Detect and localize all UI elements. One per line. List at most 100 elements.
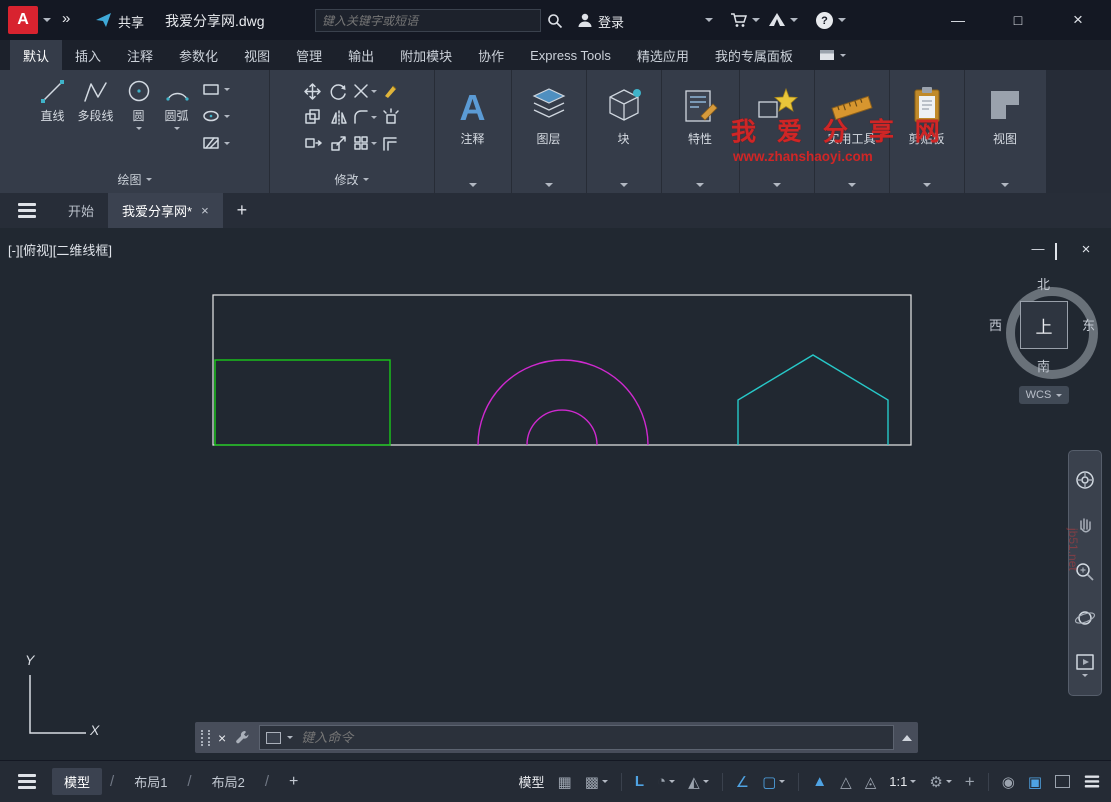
utilities-panel-caret-icon[interactable]	[848, 183, 856, 187]
scale-icon[interactable]	[330, 134, 348, 152]
snap-toggle[interactable]: ▩	[585, 773, 608, 791]
drawing-geometry[interactable]	[0, 228, 1111, 760]
model-tab[interactable]: 模型	[52, 768, 102, 795]
match-properties-icon[interactable]	[382, 82, 400, 100]
help-caret-icon[interactable]	[838, 18, 846, 22]
command-prompt-icon[interactable]	[266, 732, 281, 744]
ellipse-tool[interactable]	[202, 107, 230, 125]
new-tab-button[interactable]: +	[223, 193, 262, 228]
grid-toggle[interactable]: ▦	[558, 773, 572, 791]
customization-gear-icon[interactable]: ⚙	[929, 773, 951, 791]
drawing-canvas[interactable]: [-][俯视][二维线框] — × Y X 上 北 西 东 南 WCS	[0, 228, 1111, 760]
ribbon-tab-parametric[interactable]: 参数化	[166, 40, 231, 70]
viewcube-north[interactable]: 北	[1037, 274, 1050, 293]
start-tab[interactable]: 开始	[54, 193, 108, 228]
explode-icon[interactable]	[382, 108, 400, 126]
ribbon-display-toggle[interactable]	[806, 40, 859, 70]
annotate-panel[interactable]: A 注释	[434, 70, 512, 193]
share-label[interactable]: 共享	[118, 12, 144, 31]
document-tab-close-icon[interactable]: ×	[201, 203, 209, 218]
ortho-toggle[interactable]: L	[635, 773, 644, 790]
properties-panel[interactable]: 特性	[661, 70, 740, 193]
search-input[interactable]	[316, 10, 552, 31]
autodesk-logo-icon[interactable]	[768, 11, 786, 28]
account-caret-icon[interactable]	[705, 18, 713, 22]
command-bar-grip[interactable]	[201, 730, 210, 746]
offset-icon[interactable]	[382, 134, 400, 152]
layout1-tab[interactable]: 布局1	[122, 768, 179, 795]
clipboard-panel-caret-icon[interactable]	[923, 183, 931, 187]
polyline-tool[interactable]: 多段线	[77, 78, 113, 124]
viewcube-south[interactable]: 南	[1037, 356, 1050, 375]
ribbon-tab-featured-apps[interactable]: 精选应用	[624, 40, 702, 70]
block-panel[interactable]: 块	[586, 70, 662, 193]
share-icon[interactable]	[95, 12, 113, 28]
user-icon[interactable]	[577, 12, 593, 28]
move-icon[interactable]	[303, 82, 322, 101]
autodesk-caret-icon[interactable]	[790, 18, 798, 22]
trim-icon[interactable]	[353, 83, 377, 99]
viewcube-west[interactable]: 西	[989, 315, 1002, 334]
polar-tracking-toggle[interactable]: ◔	[657, 773, 675, 790]
mirror-icon[interactable]	[330, 108, 348, 126]
modify-panel-label[interactable]: 修改	[334, 171, 368, 188]
navigation-wheel-icon[interactable]	[1074, 469, 1096, 491]
login-label[interactable]: 登录	[598, 12, 624, 31]
layers-panel[interactable]: 图层	[511, 70, 587, 193]
annotation-scale-control[interactable]: 1:1	[889, 774, 916, 789]
app-logo[interactable]: A	[8, 6, 38, 34]
object-snap-tracking-toggle[interactable]: ∠	[736, 773, 749, 791]
arc-dropdown-icon[interactable]	[174, 127, 180, 130]
new-layout-button[interactable]: +	[277, 769, 310, 795]
annotation-visibility-toggle[interactable]: ▲	[812, 773, 827, 790]
annotation-autoscale-toggle[interactable]: △	[840, 773, 852, 791]
line-tool[interactable]: 直线	[39, 78, 65, 124]
isodraft-toggle[interactable]: ◭	[688, 773, 709, 791]
ribbon-tab-manage[interactable]: 管理	[283, 40, 335, 70]
groups-panel-caret-icon[interactable]	[773, 183, 781, 187]
command-prompt-caret-icon[interactable]	[287, 736, 293, 739]
ribbon-tab-addins[interactable]: 附加模块	[387, 40, 465, 70]
arc-tool[interactable]: 圆弧	[164, 78, 190, 130]
cart-caret-icon[interactable]	[752, 18, 760, 22]
ribbon-tab-output[interactable]: 输出	[335, 40, 387, 70]
maximize-button[interactable]: □	[995, 0, 1041, 40]
view-panel[interactable]: 视图	[964, 70, 1047, 193]
rectangle-tool[interactable]	[202, 80, 230, 98]
status-menu-icon[interactable]	[10, 780, 44, 783]
status-overflow-menu-icon[interactable]	[1083, 780, 1101, 783]
command-history-icon[interactable]	[902, 735, 912, 741]
draw-panel-label[interactable]: 绘图	[117, 171, 151, 188]
search-icon[interactable]	[547, 13, 563, 29]
block-panel-caret-icon[interactable]	[620, 183, 628, 187]
viewcube-top-face[interactable]: 上	[1020, 301, 1068, 349]
ribbon-tab-view[interactable]: 视图	[231, 40, 283, 70]
object-snap-toggle[interactable]: ▢	[762, 773, 785, 791]
model-space-toggle[interactable]: 模型	[518, 772, 544, 791]
copy-icon[interactable]	[304, 108, 322, 126]
fillet-icon[interactable]	[353, 109, 377, 125]
annotation-monitor-toggle[interactable]: ◬	[865, 773, 877, 791]
add-status-item-button[interactable]: +	[965, 772, 975, 792]
showmotion-icon[interactable]	[1075, 653, 1095, 677]
hatch-tool[interactable]	[202, 134, 230, 152]
layers-panel-caret-icon[interactable]	[545, 183, 553, 187]
stretch-icon[interactable]	[304, 134, 322, 152]
search-box[interactable]	[315, 9, 541, 32]
quick-access-expand-icon[interactable]: »	[62, 10, 70, 27]
annotate-panel-caret-icon[interactable]	[469, 183, 477, 187]
layout2-tab[interactable]: 布局2	[200, 768, 257, 795]
file-tabs-menu-icon[interactable]	[0, 193, 54, 228]
minimize-button[interactable]: —	[935, 0, 981, 40]
customize-wrench-icon[interactable]	[234, 729, 251, 746]
command-input[interactable]	[299, 729, 887, 746]
ribbon-tab-insert[interactable]: 插入	[62, 40, 114, 70]
graphics-performance-toggle[interactable]: ▣	[1028, 773, 1042, 791]
help-icon[interactable]: ?	[816, 12, 833, 29]
ribbon-tab-annotate[interactable]: 注释	[114, 40, 166, 70]
document-tab[interactable]: 我爱分享网* ×	[108, 193, 223, 228]
app-menu-caret-icon[interactable]	[43, 18, 51, 22]
circle-dropdown-icon[interactable]	[136, 127, 142, 130]
array-icon[interactable]	[353, 135, 377, 151]
view-panel-caret-icon[interactable]	[1001, 183, 1009, 187]
